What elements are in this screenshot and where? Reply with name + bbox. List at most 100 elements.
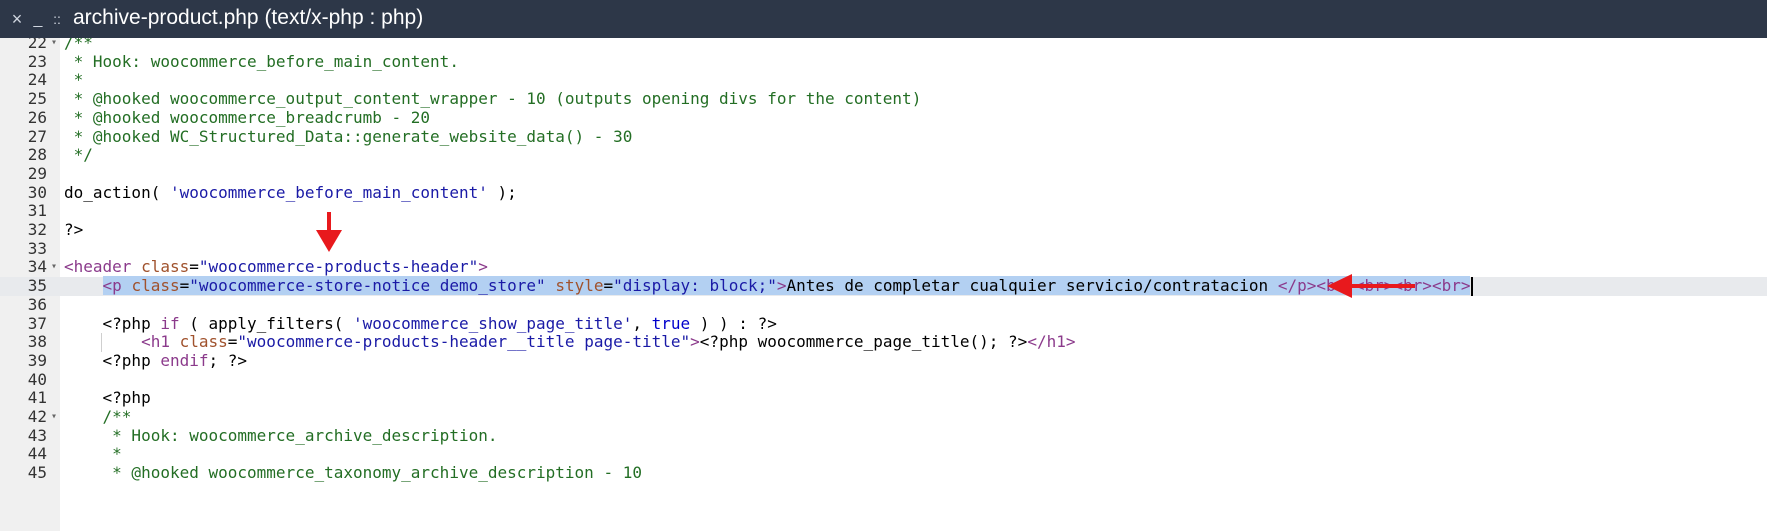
code-token — [545, 276, 556, 296]
code-token: if — [160, 313, 180, 333]
code-line[interactable]: 32 ?> — [0, 220, 1767, 240]
code-text[interactable]: <h1 class="woocommerce-products-header__… — [64, 332, 1075, 352]
code-line[interactable]: 30 do_action( 'woocommerce_before_main_co… — [0, 182, 1767, 203]
code-line[interactable]: 26 * @hooked woocommerce_breadcrumb - 20 — [0, 107, 1767, 128]
code-token: ) ) : ?> — [690, 313, 777, 333]
code-token: ?> — [64, 220, 84, 239]
line-number: 40 — [27, 369, 47, 389]
code-line[interactable]: 31 — [0, 202, 1767, 221]
code-text[interactable]: <?php endif; ?> — [64, 350, 248, 371]
code-token: */ — [64, 145, 93, 165]
code-token: > — [478, 257, 488, 277]
line-number: 38 — [27, 332, 47, 352]
line-number: 39 — [27, 350, 47, 370]
code-line[interactable]: 25 * @hooked woocommerce_output_content_… — [0, 89, 1767, 109]
code-token: endif — [160, 350, 209, 370]
code-text[interactable]: /** — [64, 38, 93, 53]
code-text[interactable]: * Hook: woocommerce_archive_description. — [64, 426, 497, 446]
code-line[interactable]: 33 — [0, 238, 1767, 259]
code-line[interactable]: 27 * @hooked WC_Structured_Data::generat… — [0, 126, 1767, 147]
code-line[interactable]: 43 * Hook: woocommerce_archive_descripti… — [0, 425, 1767, 446]
code-token: <?php woocommerce_page_title(); ?> — [699, 332, 1028, 352]
code-line[interactable]: 42 ▾ /** — [0, 407, 1767, 427]
code-text[interactable]: <header class="woocommerce-products-head… — [64, 258, 488, 277]
code-text[interactable]: * @hooked woocommerce_output_content_wra… — [64, 89, 922, 109]
code-token: ; ?> — [208, 350, 248, 370]
code-token: do_action( — [64, 182, 170, 202]
code-line[interactable]: 22 ▾/** — [0, 38, 1767, 53]
code-line[interactable]: 23 * Hook: woocommerce_before_main_conte… — [0, 51, 1767, 72]
code-token: * @hooked WC_Structured_Data::generate_w… — [64, 126, 633, 146]
code-token: class — [131, 276, 180, 296]
code-line[interactable]: 34 ▾ <header class="woocommerce-products-h… — [0, 258, 1767, 277]
code-token: 'woocommerce_before_main_content' — [169, 182, 488, 202]
code-line[interactable]: 39 <?php endif; ?> — [0, 350, 1767, 371]
line-number: 25 — [27, 89, 47, 109]
code-text[interactable]: */ — [64, 145, 93, 165]
code-line[interactable]: 29 — [0, 164, 1767, 184]
close-icon[interactable]: × — [8, 0, 26, 38]
code-line[interactable]: 35 <p class="woocommerce-store-notice de… — [0, 276, 1767, 296]
code-text[interactable]: /** — [64, 407, 132, 427]
minimize-icon[interactable]: _ — [30, 0, 46, 38]
code-text[interactable]: do_action( 'woocommerce_before_main_cont… — [64, 182, 517, 203]
code-token: > — [776, 276, 787, 296]
code-line[interactable]: 40 — [0, 369, 1767, 390]
code-token: <?php — [64, 388, 151, 408]
code-token: * @hooked woocommerce_breadcrumb - 20 — [64, 107, 431, 127]
code-token: "woocommerce-store-notice demo_store" — [189, 276, 546, 296]
code-line[interactable]: 45 * @hooked woocommerce_taxonomy_archiv… — [0, 463, 1767, 483]
line-number: 23 — [27, 51, 47, 71]
code-text[interactable]: * — [64, 70, 84, 90]
code-text[interactable]: <p class="woocommerce-store-notice demo_… — [64, 276, 1471, 296]
code-text[interactable]: ?> — [64, 220, 84, 240]
code-token: * — [64, 444, 122, 464]
code-text[interactable]: <?php — [64, 388, 151, 408]
code-line[interactable]: 36 — [0, 294, 1767, 315]
line-number: 35 — [27, 276, 47, 296]
code-token: <p — [102, 276, 132, 296]
code-token: /** — [64, 407, 132, 426]
code-text[interactable]: * @hooked woocommerce_breadcrumb - 20 — [64, 107, 431, 128]
code-text[interactable]: <?php if ( apply_filters( 'woocommerce_s… — [64, 313, 777, 334]
line-number: 44 — [27, 444, 47, 464]
line-number: 34 — [27, 257, 47, 277]
code-line[interactable]: 44 * — [0, 445, 1767, 464]
line-number: 45 — [27, 463, 47, 483]
code-token: "woocommerce-products-header" — [198, 257, 479, 277]
code-line[interactable]: 24 * — [0, 71, 1767, 90]
code-line[interactable]: 41 <?php — [0, 388, 1767, 408]
line-number: 36 — [27, 294, 47, 314]
code-token: </p><br><br><br><br> — [1277, 276, 1471, 296]
code-line[interactable]: 28 */ — [0, 145, 1767, 165]
line-number: 28 — [27, 145, 47, 165]
line-number: 30 — [27, 182, 47, 202]
code-token: = — [603, 276, 614, 296]
drag-handle-icon[interactable]: :: — [50, 0, 64, 38]
code-token: , — [632, 313, 652, 333]
code-token: <header — [64, 257, 142, 277]
window-titlebar: × _ :: archive-product.php (text/x-php :… — [0, 0, 1767, 38]
code-editor[interactable]: 22 ▾/** 23 * Hook: woocommerce_before_main… — [0, 38, 1767, 531]
code-text[interactable]: * @hooked woocommerce_taxonomy_archive_d… — [64, 463, 642, 483]
line-number: 42 — [27, 407, 47, 426]
code-token: * — [64, 70, 84, 90]
line-number: 33 — [27, 238, 47, 258]
line-number: 26 — [27, 107, 47, 127]
code-token: "display: block;" — [613, 276, 777, 296]
code-text[interactable]: * — [64, 445, 122, 464]
code-token: = — [179, 276, 190, 296]
code-token: <?php — [64, 313, 161, 333]
code-token: > — [690, 332, 700, 352]
code-line[interactable]: 37 <?php if ( apply_filters( 'woocommerc… — [0, 313, 1767, 334]
code-text[interactable]: * @hooked WC_Structured_Data::generate_w… — [64, 126, 633, 147]
code-token: * @hooked woocommerce_output_content_wra… — [64, 89, 922, 109]
code-line[interactable]: 38 <h1 class="woocommerce-products-heade… — [0, 332, 1767, 352]
code-token: class — [179, 332, 228, 352]
line-number: 43 — [27, 425, 47, 445]
code-token: * Hook: woocommerce_before_main_content. — [64, 51, 459, 71]
indent-guide — [101, 333, 102, 352]
code-text[interactable]: * Hook: woocommerce_before_main_content. — [64, 51, 459, 72]
